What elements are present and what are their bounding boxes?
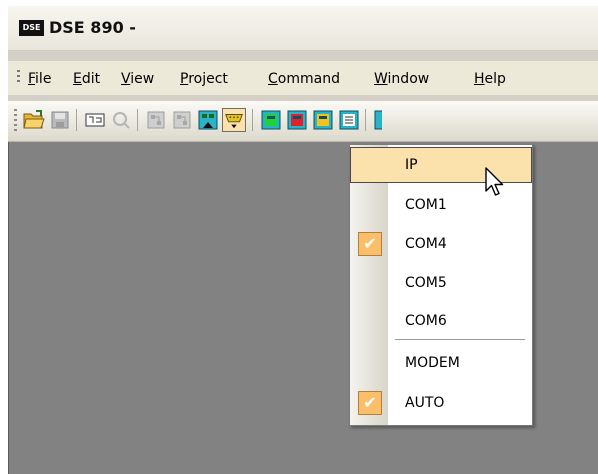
menu-item-com6[interactable]: COM6 [350,303,532,339]
toolbar [8,101,598,142]
monitor-partial-icon[interactable] [372,108,382,132]
menu-item-label: COM6 [405,313,447,329]
menu-item-label: IP [405,157,418,173]
menu-item-label: COM5 [405,275,447,291]
monitor-list-icon[interactable] [337,108,361,132]
menu-help-label: elp [484,71,506,87]
monitor-green-icon[interactable] [259,108,283,132]
serial-port-icon[interactable] [222,108,246,132]
toolbar-separator [365,109,366,131]
network-icon-a[interactable] [144,108,168,132]
menu-window[interactable]: Window [374,71,429,87]
save-icon[interactable] [48,108,72,132]
toolbar-separator [252,109,253,131]
monitor-yellow-icon[interactable] [311,108,335,132]
menu-command-mnemonic: C [268,71,278,87]
network-icon-b[interactable] [170,108,194,132]
menu-file[interactable]: File [28,71,51,87]
open-folder-icon[interactable] [22,108,46,132]
title-bar[interactable]: DSE DSE 890 - [8,6,598,51]
menu-item-auto[interactable]: ✔ AUTO [350,385,532,421]
menu-item-com5[interactable]: COM5 [350,265,532,301]
app-logo-icon: DSE [19,20,44,36]
menu-command-label: ommand [277,71,340,87]
menu-edit[interactable]: Edit [73,71,100,87]
menu-separator [395,339,525,340]
menu-edit-label: dit [81,71,101,87]
menu-project[interactable]: Project [180,71,228,87]
menu-help-mnemonic: H [474,71,485,87]
menu-project-label: roject [188,71,228,87]
window-title: DSE 890 - [49,18,136,37]
checkmark-icon: ✔ [358,232,382,256]
menu-file-mnemonic: F [28,71,36,87]
menu-item-label: COM1 [405,197,447,213]
menu-view-label: iew [130,71,155,87]
menu-view[interactable]: View [121,71,154,87]
menu-item-label: MODEM [405,355,460,371]
menu-item-label: COM4 [405,236,447,252]
toolbar-separator [76,109,77,131]
menu-window-mnemonic: W [374,71,388,87]
menu-item-label: AUTO [405,395,445,411]
menu-project-mnemonic: P [180,71,189,87]
monitor-red-icon[interactable] [285,108,309,132]
menu-edit-mnemonic: E [73,71,82,87]
menu-view-mnemonic: V [121,71,131,87]
network-tree-icon[interactable] [196,108,220,132]
mouse-cursor-icon [485,167,507,203]
menu-window-label: indow [387,71,430,87]
menu-item-com4[interactable]: ✔ COM4 [350,226,532,262]
menu-item-modem[interactable]: MODEM [350,345,532,381]
menu-command[interactable]: Command [268,71,340,87]
menu-file-label: ile [35,71,52,87]
toolbar-separator [137,109,138,131]
checkmark-icon: ✔ [358,391,382,415]
search-icon[interactable] [109,108,133,132]
connect-icon[interactable] [83,108,107,132]
menu-help[interactable]: Help [474,71,506,87]
menu-bar: File Edit View Project Command Window He… [8,61,598,95]
toolbar-grip[interactable] [14,109,17,131]
menubar-grip[interactable] [17,70,20,84]
